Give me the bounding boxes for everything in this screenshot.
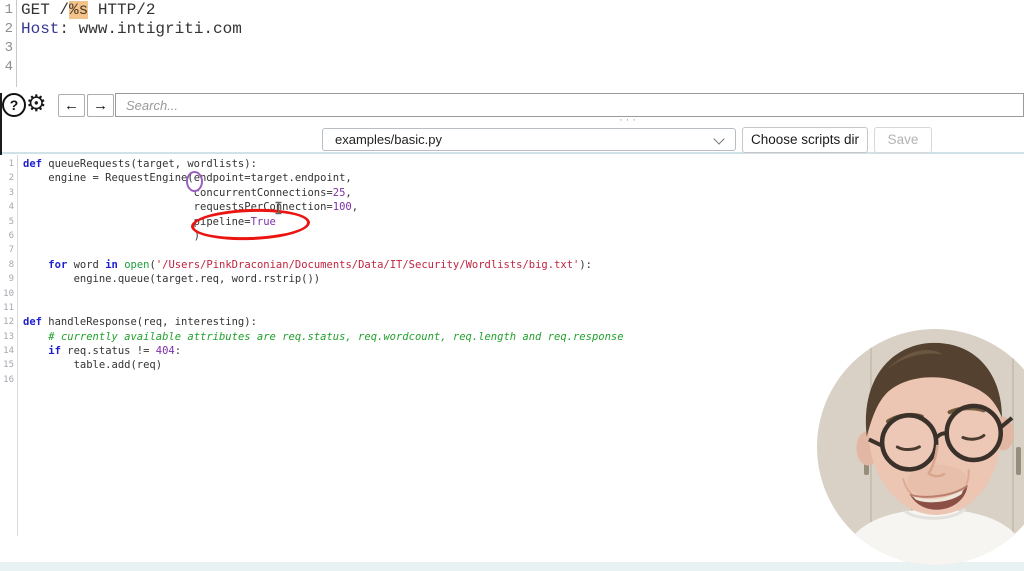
save-button[interactable]: Save [874, 127, 932, 153]
scripts-bar: ··· examples/basic.py Choose scripts dir… [0, 114, 1024, 154]
help-icon[interactable]: ? [2, 93, 26, 117]
code-line: 1 def queueRequests(target, wordlists): [0, 157, 1024, 171]
code-text: def queueRequests(target, wordlists): [23, 158, 257, 170]
code-text: for word in open('/Users/PinkDraconian/D… [48, 258, 593, 271]
code-line: 8 for word in open('/Users/PinkDraconian… [0, 258, 1024, 272]
code-text: concurrentConnections=25, [23, 186, 352, 199]
line-number: 7 [8, 245, 14, 256]
line-number: 5 [8, 216, 14, 227]
text-cursor-icon [275, 201, 282, 215]
request-gutter-separator [16, 0, 17, 87]
code-text: ) [23, 229, 201, 242]
horizontal-scrollbar-track[interactable] [0, 562, 1024, 571]
code-line: 11 [0, 301, 1024, 315]
line-number: 8 [8, 259, 14, 270]
line-number: 1 [4, 2, 13, 18]
forward-arrow-button[interactable]: → [87, 94, 114, 117]
gear-icon[interactable]: ⚙ [26, 90, 47, 117]
script-select-value: examples/basic.py [335, 132, 442, 147]
turbo-intruder-window: 1 GET /%s HTTP/2 2 Host: www.intigriti.com 3… [0, 0, 1024, 571]
line-number: 10 [3, 288, 14, 299]
code-line: 2 Host: www.intigriti.com [0, 20, 1024, 39]
code-line: 10 [0, 287, 1024, 301]
script-select[interactable]: examples/basic.py [322, 128, 736, 151]
line-number: 3 [8, 187, 14, 198]
line-number: 15 [3, 360, 14, 371]
line-number: 2 [8, 173, 14, 184]
code-line: 13 # currently available attributes are … [0, 330, 1024, 344]
code-line: 6 ) [0, 229, 1024, 243]
request-editor[interactable]: 1 GET /%s HTTP/2 2 Host: www.intigriti.com 3… [0, 0, 1024, 92]
code-line: 3 [0, 39, 1024, 58]
code-text: # currently available attributes are req… [48, 330, 624, 343]
choose-scripts-dir-button[interactable]: Choose scripts dir [742, 127, 868, 153]
line-number: 13 [3, 331, 14, 342]
search-input[interactable] [115, 93, 1024, 117]
line-number: 6 [8, 230, 14, 241]
code-text: engine = RequestEngine(endpoint=target.e… [23, 172, 352, 185]
code-text: if req.status != 404: [48, 345, 182, 358]
code-line: 2 engine = RequestEngine(endpoint=target… [0, 171, 1024, 185]
line-number: 3 [4, 40, 13, 56]
code-text: requestsPerConnection=100, [23, 201, 359, 214]
code-text: table.add(req) [23, 359, 163, 372]
code-text: engine.queue(target.req, word.rstrip()) [23, 273, 321, 286]
line-number: 12 [3, 317, 14, 328]
code-line: 5 pipeline=True [0, 215, 1024, 229]
line-number: 16 [3, 374, 14, 385]
code-gutter-separator [17, 155, 18, 536]
splitter-handle[interactable]: ··· [594, 114, 664, 126]
line-number: 14 [3, 346, 14, 357]
code-text: GET /%s HTTP/2 [21, 1, 156, 19]
chevron-down-icon [713, 133, 725, 145]
code-line: 7 [0, 243, 1024, 257]
code-line: 1 GET /%s HTTP/2 [0, 1, 1024, 20]
code-line: 4 requestsPerConnection=100, [0, 200, 1024, 214]
code-line: 12 def handleResponse(req, interesting): [0, 315, 1024, 329]
bracket-highlight [186, 171, 203, 192]
code-line: 4 [0, 58, 1024, 77]
back-arrow-button[interactable]: ← [58, 94, 85, 117]
code-line: 9 engine.queue(target.req, word.rstrip()… [0, 272, 1024, 286]
line-number: 11 [3, 302, 14, 313]
code-text: def handleResponse(req, interesting): [23, 316, 257, 329]
line-number: 2 [4, 21, 13, 37]
code-text: Host: www.intigriti.com [21, 20, 242, 38]
line-number: 4 [8, 202, 14, 213]
line-number: 4 [4, 59, 13, 75]
line-number: 1 [8, 159, 14, 169]
line-number: 9 [8, 274, 14, 285]
code-line: 3 concurrentConnections=25, [0, 186, 1024, 200]
